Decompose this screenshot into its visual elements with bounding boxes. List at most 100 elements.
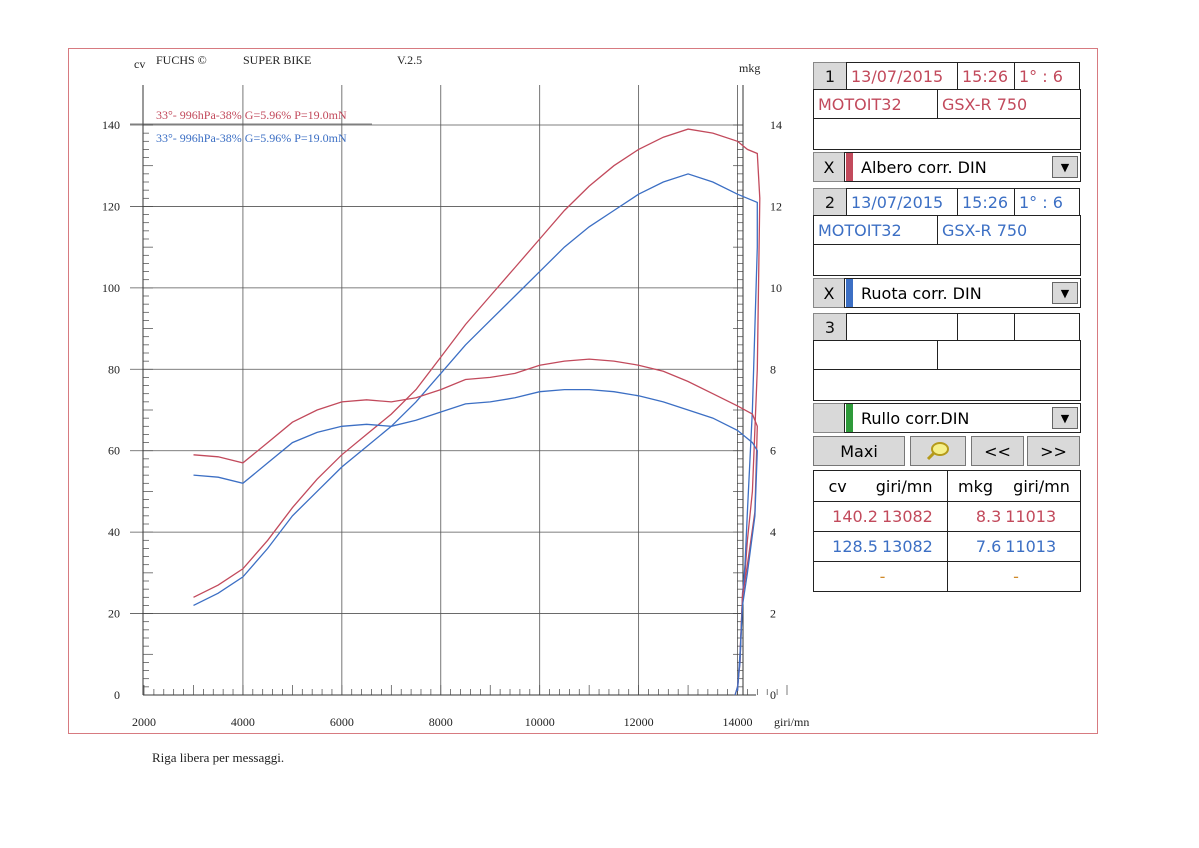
y2-tick-label: 14 (770, 118, 782, 132)
cv-rpm-header: giri/mn (875, 476, 933, 496)
tick-labels: 2000 4000 6000 8000 10000 12000 14000020406080… (102, 118, 782, 729)
y2-tick-label: 10 (770, 281, 782, 295)
run2-date: 13/07/2015 (846, 188, 958, 216)
run1-color-swatch (846, 153, 853, 181)
run3-note-field[interactable] (813, 369, 1081, 401)
chevron-down-icon[interactable]: ▼ (1052, 156, 1078, 178)
mkg-header: mkg (958, 476, 994, 496)
run1-max-mkg: 8.3 11013 (947, 501, 1081, 532)
run1-close-button[interactable]: X (813, 152, 845, 182)
run3-info-row (813, 340, 1081, 370)
run1-mode-label: Albero corr. DIN (861, 157, 987, 177)
run2-max-mkg: 7.6 11013 (947, 531, 1081, 562)
x-tick-label: 2000 (132, 715, 156, 729)
run1-mkg-rpm: 11013 (1005, 507, 1057, 526)
run3-close-button[interactable] (813, 403, 845, 433)
message-line: Riga libera per messaggi. (152, 750, 285, 765)
run1-note-field[interactable] (813, 118, 1081, 150)
cv-header: cv (828, 476, 847, 496)
run2-note-field[interactable] (813, 244, 1081, 276)
run2-close-button[interactable]: X (813, 278, 845, 308)
run3-max-mkg: - (947, 561, 1081, 592)
run2-cv-rpm: 13082 (881, 537, 933, 556)
run2-model: GSX-R 750 (937, 215, 1081, 245)
run3-driver (813, 340, 938, 370)
run1-model: GSX-R 750 (937, 89, 1081, 119)
legend-entry-1: 33°- 996hPa-38% G=5.96% P=19.0mN (156, 108, 347, 122)
x-axis-label: giri/mn (774, 715, 809, 729)
grid (130, 85, 743, 695)
y2-tick-label: 12 (770, 199, 782, 213)
chevron-down-icon[interactable]: ▼ (1052, 407, 1078, 429)
maxi-button[interactable]: Maxi (813, 436, 905, 466)
x-tick-label: 12000 (624, 715, 654, 729)
run1-date: 13/07/2015 (846, 62, 958, 90)
x-tick-label: 10000 (525, 715, 555, 729)
run1-driver: MOTOIT32 (813, 89, 938, 119)
y-tick-label: 100 (102, 281, 120, 295)
run2-max-cv: 128.5 13082 (813, 531, 948, 562)
run2-color-swatch (846, 279, 853, 307)
run2-mkg-rpm: 11013 (1005, 537, 1057, 556)
run2-gear: 1° : 6 (1014, 188, 1080, 216)
run3-mode-select[interactable]: Rullo corr.DIN ▼ (844, 403, 1081, 433)
run3-max-cv: - (813, 561, 948, 592)
run1-number-button[interactable]: 1 (813, 62, 847, 90)
run2-time: 15:26 (957, 188, 1015, 216)
search-button[interactable] (910, 436, 966, 466)
x-tick-label: 8000 (429, 715, 453, 729)
mkg-rpm-header: giri/mn (1013, 476, 1070, 496)
series-lines (193, 128, 761, 696)
results-row-3: - - (813, 561, 1081, 592)
run2-mode-label: Ruota corr. DIN (861, 283, 982, 303)
run2-cv-value: 128.5 (832, 537, 878, 556)
y2-tick-label: 2 (770, 607, 776, 621)
y-tick-label: 140 (102, 118, 120, 132)
legend-entry-2: 33°- 996hPa-38% G=5.96% P=19.0mN (156, 131, 347, 145)
run3-mode-row: Rullo corr.DIN ▼ (813, 403, 1081, 433)
run3-note-row (813, 369, 1081, 401)
run2-number-button[interactable]: 2 (813, 188, 847, 216)
chevron-down-icon[interactable]: ▼ (1052, 282, 1078, 304)
run2-header-row: 2 13/07/2015 15:26 1° : 6 (813, 188, 1081, 216)
y-tick-label: 0 (114, 688, 120, 702)
series-line-1-cv (193, 128, 761, 696)
run3-date (846, 313, 958, 341)
prev-button[interactable]: << (971, 436, 1024, 466)
run2-info-row: MOTOIT32 GSX-R 750 (813, 215, 1081, 245)
y-tick-label: 80 (108, 362, 120, 376)
run1-gear: 1° : 6 (1014, 62, 1080, 90)
results-row-2: 128.5 13082 7.6 11013 (813, 531, 1081, 562)
run1-time: 15:26 (957, 62, 1015, 90)
run3-number-button[interactable]: 3 (813, 313, 847, 341)
next-button[interactable]: >> (1027, 436, 1080, 466)
y2-tick-label: 8 (770, 362, 776, 376)
run2-mode-row: X Ruota corr. DIN ▼ (813, 278, 1081, 308)
y2-tick-label: 4 (770, 525, 776, 539)
run2-mode-select[interactable]: Ruota corr. DIN ▼ (844, 278, 1081, 308)
series-line-3-mkg (193, 358, 758, 691)
run3-mode-label: Rullo corr.DIN (861, 408, 970, 428)
run1-info-row: MOTOIT32 GSX-R 750 (813, 89, 1081, 119)
run1-mode-row: X Albero corr. DIN ▼ (813, 152, 1081, 182)
run1-mode-select[interactable]: Albero corr. DIN ▼ (844, 152, 1081, 182)
y-tick-label: 20 (108, 607, 120, 621)
button-row: Maxi << >> (813, 436, 1081, 466)
run2-mkg-value: 7.6 (975, 537, 1002, 556)
tick-marks (142, 85, 788, 696)
run1-mkg-value: 8.3 (975, 507, 1002, 526)
run1-header-row: 1 13/07/2015 15:26 1° : 6 (813, 62, 1081, 90)
run2-note-row (813, 244, 1081, 276)
x-tick-label: 14000 (723, 715, 753, 729)
results-cv-header: cv giri/mn (813, 470, 948, 502)
run3-header-row: 3 (813, 313, 1081, 341)
results-row-1: 140.2 13082 8.3 11013 (813, 501, 1081, 532)
run3-time (957, 313, 1015, 341)
y2-tick-label: 6 (770, 444, 776, 458)
run2-driver: MOTOIT32 (813, 215, 938, 245)
y-tick-label: 60 (108, 444, 120, 458)
y2-tick-label: 0 (770, 688, 776, 702)
x-tick-label: 4000 (231, 715, 255, 729)
run1-max-cv: 140.2 13082 (813, 501, 948, 532)
run3-model (937, 340, 1081, 370)
